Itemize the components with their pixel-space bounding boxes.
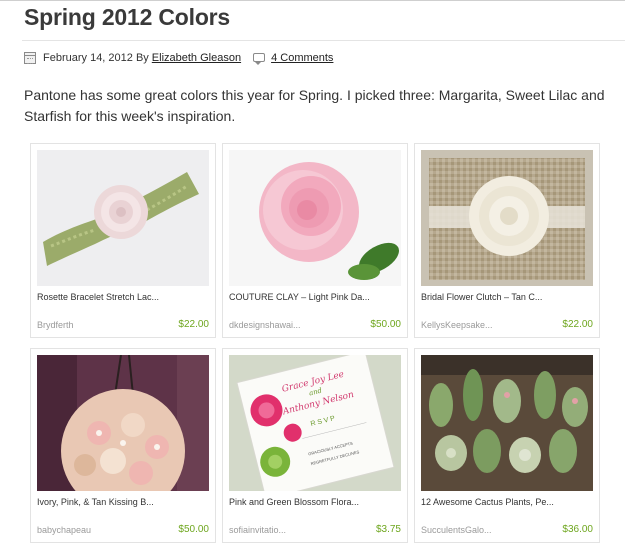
post-date: February 14, 2012 By (43, 52, 149, 64)
product-price: $22.00 (178, 319, 209, 330)
author-link[interactable]: Elizabeth Gleason (152, 52, 241, 64)
blossom-invitation-image[interactable]: Grace Joy Lee and Anthony Nelson R S V P… (229, 355, 401, 491)
post-title[interactable]: Spring 2012 Colors (24, 4, 230, 31)
product-title[interactable]: 12 Awesome Cactus Plants, Pe... (421, 497, 595, 507)
product-title[interactable]: Rosette Bracelet Stretch Lac... (37, 292, 211, 302)
kissing-ball-image[interactable] (37, 355, 209, 491)
shop-name[interactable]: babychapeau (37, 525, 91, 535)
calendar-icon (24, 52, 36, 64)
product-price: $50.00 (178, 524, 209, 535)
shop-name[interactable]: sofiainvitatio... (229, 525, 286, 535)
pink-rose-image[interactable] (229, 150, 401, 286)
shop-name[interactable]: Brydferth (37, 320, 74, 330)
comment-icon (253, 52, 266, 65)
product-price: $36.00 (562, 524, 593, 535)
post-intro: Pantone has some great colors this year … (24, 87, 605, 124)
flower-clutch-image[interactable] (421, 150, 593, 286)
product-title[interactable]: Pink and Green Blossom Flora... (229, 497, 403, 507)
product-card[interactable]: Bridal Flower Clutch – Tan C... KellysKe… (414, 143, 600, 338)
product-card[interactable]: 12 Awesome Cactus Plants, Pe... Succulen… (414, 348, 600, 543)
product-card[interactable]: COUTURE CLAY – Light Pink Da... dkdesign… (222, 143, 408, 338)
product-card[interactable]: Rosette Bracelet Stretch Lac... Brydfert… (30, 143, 216, 338)
rosette-bracelet-image[interactable] (37, 150, 209, 286)
product-title[interactable]: Bridal Flower Clutch – Tan C... (421, 292, 595, 302)
product-card[interactable]: Ivory, Pink, & Tan Kissing B... babychap… (30, 348, 216, 543)
product-card[interactable]: Grace Joy Lee and Anthony Nelson R S V P… (222, 348, 408, 543)
product-price: $22.00 (562, 319, 593, 330)
product-price: $50.00 (370, 319, 401, 330)
post-meta: February 14, 2012 By Elizabeth Gleason 4… (24, 51, 333, 65)
top-border (0, 0, 625, 1)
shop-name[interactable]: SucculentsGalo... (421, 525, 492, 535)
product-price: $3.75 (375, 524, 401, 535)
title-divider (22, 40, 625, 41)
product-title[interactable]: Ivory, Pink, & Tan Kissing B... (37, 497, 211, 507)
product-title[interactable]: COUTURE CLAY – Light Pink Da... (229, 292, 403, 302)
shop-name[interactable]: KellysKeepsake... (421, 320, 493, 330)
cactus-plants-image[interactable] (421, 355, 593, 491)
comments-link[interactable]: 4 Comments (271, 52, 333, 64)
shop-name[interactable]: dkdesignshawai... (229, 320, 301, 330)
